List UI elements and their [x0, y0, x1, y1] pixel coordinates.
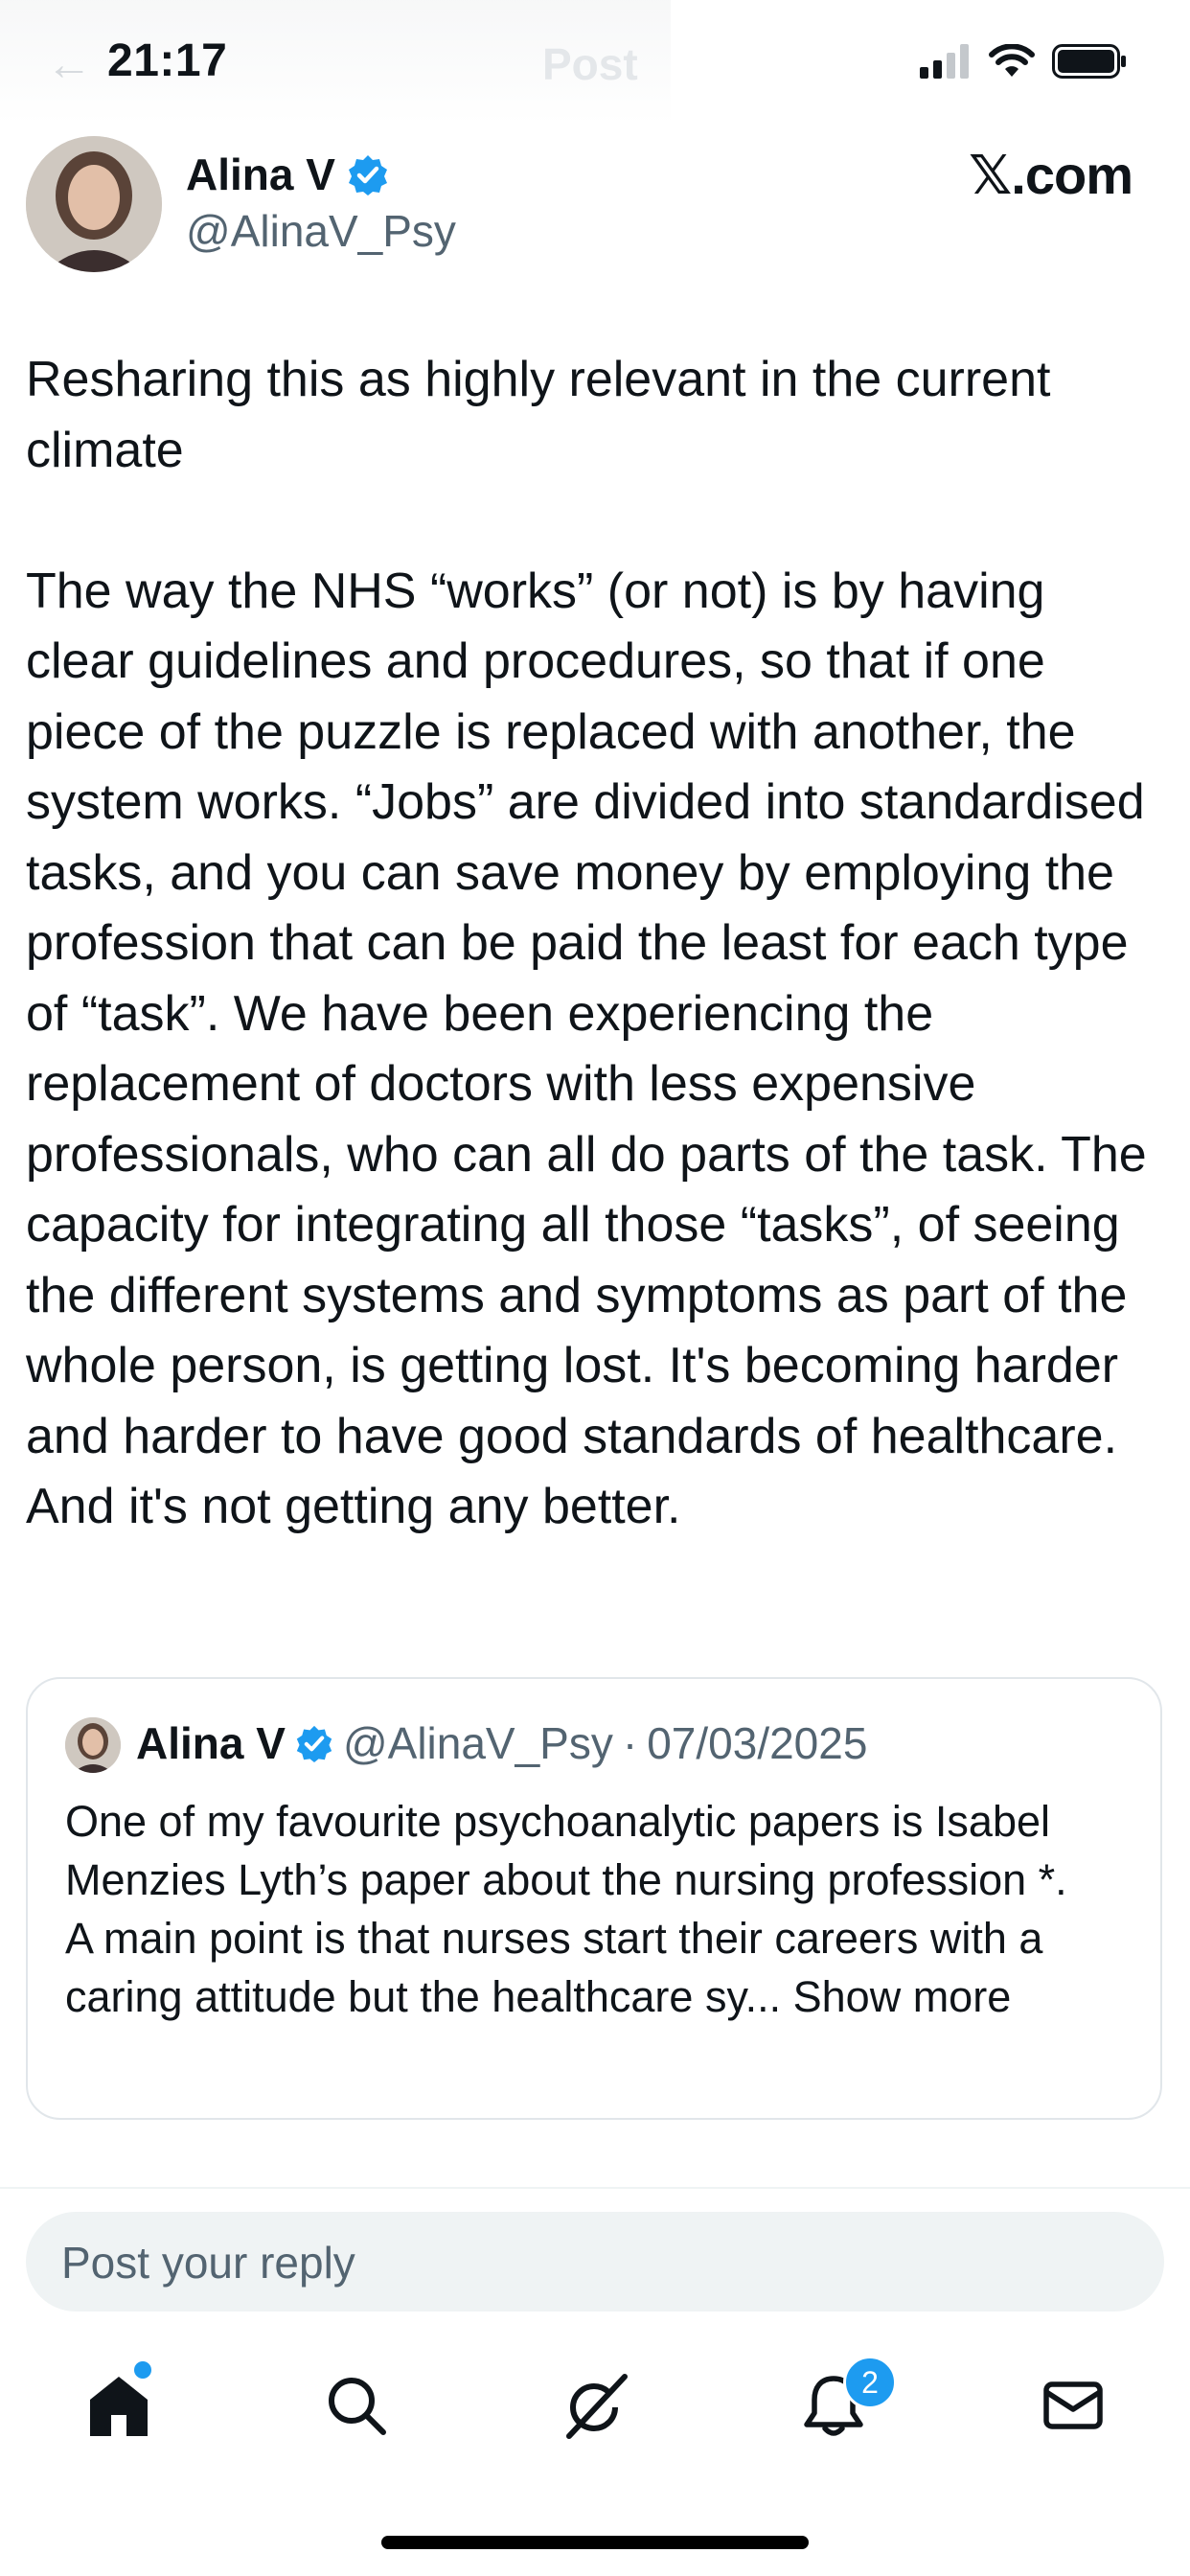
back-arrow-icon[interactable]: ←: [46, 38, 92, 91]
quoted-author-handle: @AlinaV_Psy: [342, 1718, 613, 1768]
quoted-post-text: One of my favourite psychoanalytic paper…: [65, 1792, 1148, 2026]
quoted-separator: ·: [622, 1718, 638, 1768]
home-unread-dot: [134, 2361, 151, 2379]
notifications-badge: 2: [843, 2356, 897, 2409]
quoted-author-avatar: [65, 1717, 121, 1773]
status-time: 21:17: [107, 35, 228, 86]
battery-icon: [1052, 44, 1126, 79]
home-icon: [90, 2377, 148, 2436]
quoted-date: 07/03/2025: [647, 1718, 868, 1768]
faded-page-title: Post: [542, 39, 638, 89]
tab-messages[interactable]: [1035, 2367, 1111, 2444]
x-logo-site-mark: 𝕏.com: [969, 145, 1133, 205]
verified-badge-icon: [348, 155, 387, 196]
author-avatar[interactable]: [26, 136, 162, 272]
quoted-post-header: Alina V @AlinaV_Psy · 07/03/2025: [136, 1717, 867, 1769]
show-more-link[interactable]: Show more: [781, 1972, 1012, 2021]
tab-home[interactable]: [80, 2367, 157, 2444]
divider: [0, 2187, 1190, 2189]
mail-icon: [1043, 2381, 1103, 2429]
home-indicator[interactable]: [381, 2536, 809, 2549]
post-text: Resharing this as highly relevant in the…: [26, 352, 1147, 1534]
author-name[interactable]: Alina V: [186, 149, 389, 200]
wifi-icon: [989, 44, 1035, 77]
tab-search[interactable]: [318, 2367, 395, 2444]
verified-badge-icon: [296, 1725, 332, 1762]
reply-placeholder: Post your reply: [61, 2238, 355, 2288]
status-icons: [920, 44, 1127, 79]
quoted-author-name: Alina V: [136, 1718, 286, 1768]
author-name-text: Alina V: [186, 150, 335, 199]
author-handle[interactable]: @AlinaV_Psy: [186, 205, 456, 257]
cellular-signal-icon: [920, 44, 969, 79]
search-icon: [329, 2378, 386, 2435]
tab-grok[interactable]: [558, 2367, 634, 2444]
grok-icon: [566, 2374, 628, 2439]
